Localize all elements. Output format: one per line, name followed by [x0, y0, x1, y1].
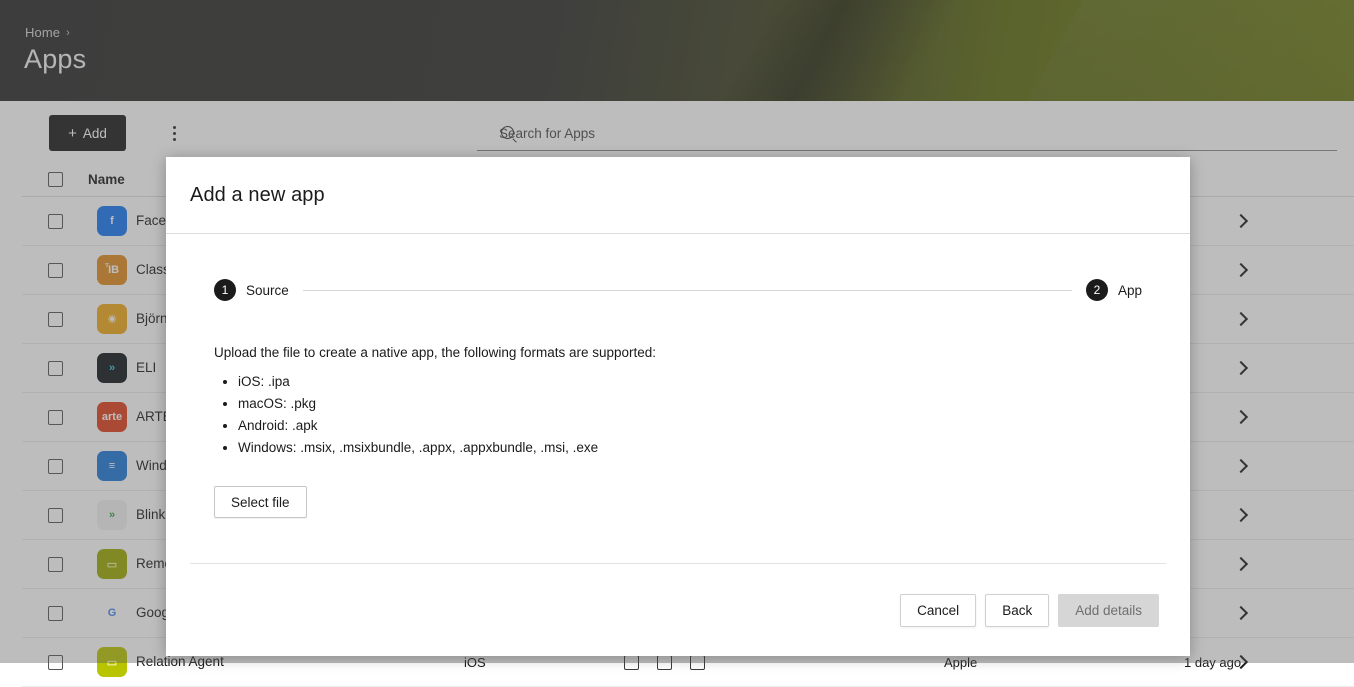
format-item: Android: .apk	[238, 418, 1166, 433]
step-1-label: Source	[246, 282, 289, 298]
step-app[interactable]: 2 App	[1085, 279, 1142, 301]
dialog-footer: Cancel Back Add details	[166, 564, 1190, 656]
format-item: macOS: .pkg	[238, 396, 1166, 411]
step-2-label: App	[1117, 282, 1142, 298]
step-source[interactable]: 1 Source	[214, 279, 289, 301]
back-button[interactable]: Back	[985, 593, 1050, 627]
dialog-body: 1 Source 2 App Upload the file to create…	[166, 234, 1190, 564]
select-file-button[interactable]: Select file	[214, 486, 307, 518]
step-connector-line	[302, 289, 1072, 291]
upload-instructions: Upload the file to create a native app, …	[214, 345, 657, 360]
supported-formats-list: iOS: .ipa macOS: .pkg Android: .apk Windows…	[214, 374, 1166, 455]
format-item: iOS: .ipa	[238, 374, 1166, 389]
step-1-number: 1	[214, 279, 236, 301]
format-item: Windows: .msix, .msixbundle, .appx, .app…	[238, 440, 1166, 455]
add-new-app-dialog: Add a new app 1 Source 2 App Upload the …	[166, 157, 1190, 656]
cancel-button[interactable]: Cancel	[900, 593, 977, 627]
dialog-divider	[190, 563, 1166, 564]
dialog-header: Add a new app	[166, 157, 1190, 234]
dialog-title: Add a new app	[190, 183, 325, 206]
step-indicator: 1 Source 2 App	[214, 279, 1142, 301]
add-details-button: Add details	[1058, 593, 1159, 627]
step-2-number: 2	[1085, 279, 1108, 301]
